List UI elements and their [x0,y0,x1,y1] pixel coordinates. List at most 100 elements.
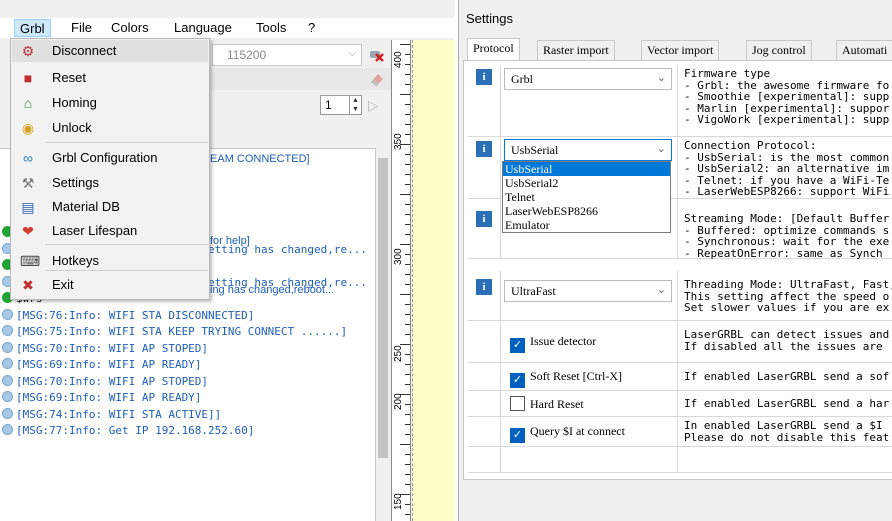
message-icon [2,374,13,386]
desc-line: LaserGRBL can detect issues and [684,329,890,341]
desc-line: If enabled LaserGRBL send a sof [684,371,890,383]
check-icon: ✓ [510,428,525,443]
menu-item-label: Reset [52,70,86,85]
tab-raster-import[interactable]: Raster import [537,40,615,60]
home-icon: ⌂ [23,95,33,111]
ruler-tick [400,494,410,495]
ruler-tick [405,164,410,165]
menu-item-laser-lifespan[interactable]: ❤ Laser Lifespan [12,220,208,242]
firmware-description: Firmware type - Grbl: the awesome firmwa… [684,68,892,126]
ruler-tick [405,64,410,65]
option-usbserial2[interactable]: UsbSerial2 [503,176,670,190]
desc-line: Please do not disable this feat [684,430,890,443]
option-telnet[interactable]: Telnet [503,190,670,204]
soft-reset-checkbox[interactable]: ✓ Soft Reset [Ctrl-X] [510,368,622,388]
log-text: [MSG:70:Info: WIFI AP STOPED] [16,374,209,388]
menu-file[interactable]: File [66,19,97,37]
ruler-tick [400,294,410,295]
menu-item-homing[interactable]: ⌂ Homing [12,92,208,114]
desc-line: - LaserWebESP8266: support WiFi [684,185,890,198]
desc-line: - Synchronous: wait for the exe [684,235,890,248]
menu-item-label: Material DB [52,199,120,214]
ruler-tick [405,334,410,335]
ruler-tick [405,474,410,475]
repeat-count-stepper[interactable]: 1 ▲ ▼ [320,95,362,115]
menu-item-settings[interactable]: ⚒ Settings [12,172,208,194]
menu-item-grbl-configuration[interactable]: ∞ Grbl Configuration [12,147,208,169]
ruler-tick [405,374,410,375]
issue-detector-checkbox[interactable]: ✓ Issue detector [510,333,596,353]
menu-item-material-db[interactable]: ▤ Material DB [12,196,208,218]
tab-automation[interactable]: Automati [836,40,892,60]
check-icon: ✓ [510,373,525,388]
info-icon[interactable]: i [476,69,492,85]
chevron-down-icon: ⌄ [656,143,666,155]
info-icon[interactable]: i [476,211,492,227]
menu-item-label: Homing [52,95,97,110]
option-usbserial[interactable]: UsbSerial [503,162,670,176]
preview-canvas[interactable] [412,40,455,521]
tab-vector-import[interactable]: Vector import [641,40,720,60]
desc-line: If disabled all the issues are [684,339,883,352]
empty-row [468,447,892,473]
eraser-icon[interactable] [368,71,384,87]
desc-line: Set slower values if you are ex [684,301,890,314]
ruler-tick [400,344,410,345]
ruler-label: 400 [393,51,404,68]
book-icon: ▤ [21,199,35,215]
query-at-connect-checkbox[interactable]: ✓ Query $I at connect [510,423,625,443]
menu-grbl[interactable]: Grbl [14,19,51,37]
info-icon[interactable]: i [476,279,492,295]
issue-detector-row: ✓ Issue detector LaserGRBL can detect iss… [468,321,892,363]
menu-help[interactable]: ? [303,19,320,37]
ruler-tick [405,154,410,155]
firmware-select[interactable]: Grbl ⌄ [504,68,672,90]
menu-item-hotkeys[interactable]: ⌨ Hotkeys [12,250,208,272]
menu-item-label: Grbl Configuration [52,150,158,165]
ruler-tick [405,174,410,175]
settings-tabs: Protocol Raster import Vector import Jog… [463,38,892,60]
play-icon[interactable]: ▷ [368,97,379,114]
menu-item-exit[interactable]: ✖ Exit [12,274,208,296]
ruler-tick [405,354,410,355]
menu-tools[interactable]: Tools [251,19,291,37]
desc-line: - RepeatOnError: same as Synch [684,246,883,259]
ruler-tick [405,134,410,135]
info-icon[interactable]: i [476,141,492,157]
hard-reset-checkbox[interactable]: Hard Reset [510,396,584,414]
reset-icon: ■ [23,70,33,86]
threading-row: i UltraFast ⌄ Threading Mode: UltraFast,… [468,271,892,321]
message-icon [2,341,13,353]
log-line: [MSG:70:Info: WIFI AP STOPED] [2,374,374,390]
menu-language[interactable]: Language [169,19,237,37]
log-line: [MSG:69:Info: WIFI AP READY] [2,390,374,406]
ruler-tick [405,404,410,405]
log-text: [MSG:70:Info: WIFI AP STOPED] [16,341,209,355]
scrollbar-thumb[interactable] [378,158,388,458]
tab-jog-control[interactable]: Jog control [746,40,812,60]
stepper-arrows-icon[interactable]: ▲ ▼ [349,96,361,114]
connection-protocol-select[interactable]: UsbSerial ⌄ [504,139,672,161]
ruler-tick [400,44,410,45]
chevron-down-icon: ⌄ [656,72,666,84]
log-text: [MSG:69:Info: WIFI AP READY] [16,358,202,371]
log-text: [MSG:75:Info: WIFI STA KEEP TRYING CONNE… [16,325,348,338]
ruler-tick [405,464,410,465]
checkbox-label: Hard Reset [530,397,584,411]
menu-item-unlock[interactable]: ◉ Unlock [12,117,208,139]
tab-protocol[interactable]: Protocol [467,38,520,60]
ruler-tick [405,304,410,305]
menu-item-disconnect[interactable]: ⚙ Disconnect [12,40,208,62]
ruler-tick [405,484,410,485]
baud-rate-select[interactable]: 115200 ⌵ [212,44,362,66]
ruler-label: 350 [393,133,404,150]
option-laserwebesp8266[interactable]: LaserWebESP8266 [503,204,670,218]
threading-mode-select[interactable]: UltraFast ⌄ [504,280,672,302]
option-emulator[interactable]: Emulator [503,218,670,232]
log-line: [MSG:74:Info: WIFI STA ACTIVE]] [2,407,374,423]
console-scrollbar[interactable] [376,148,390,521]
desc-line: - UsbSerial2: an alternative im [684,162,890,175]
disconnect-icon[interactable] [368,46,384,62]
menu-item-reset[interactable]: ■ Reset [12,67,208,89]
menu-colors[interactable]: Colors [106,19,154,37]
